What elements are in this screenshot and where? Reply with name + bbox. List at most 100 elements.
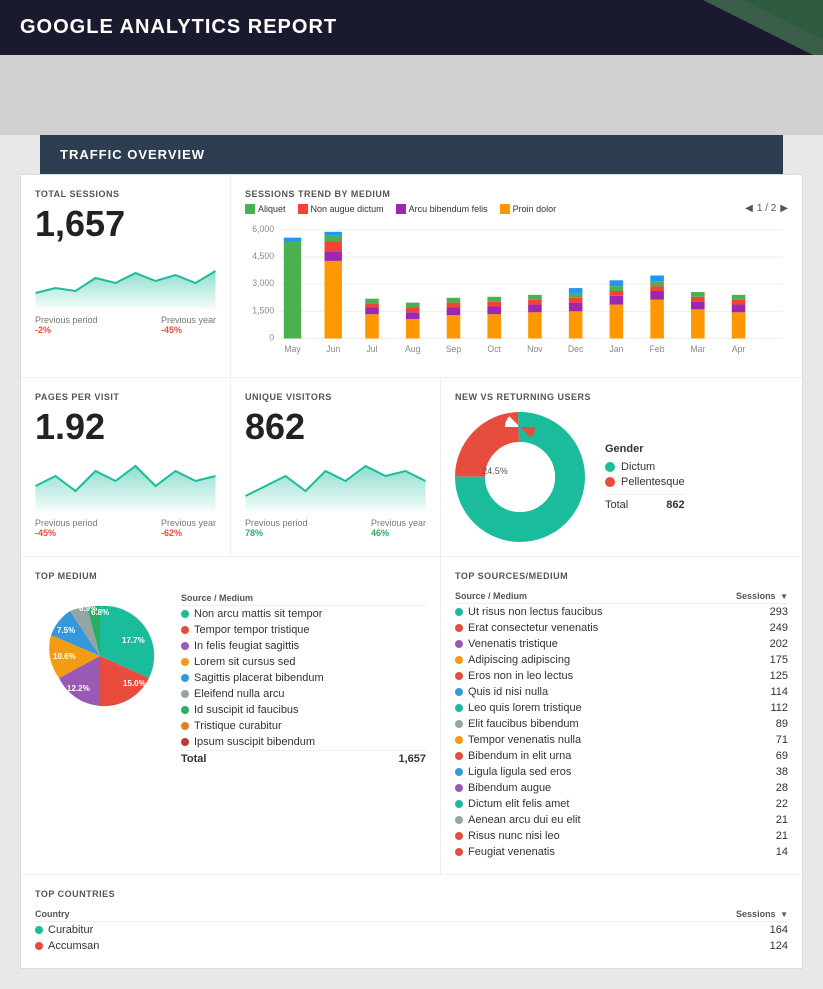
- medium-list: Source / Medium Non arcu mattis sit temp…: [181, 591, 426, 767]
- gender-dictum: Dictum: [605, 461, 685, 473]
- list-item: Non arcu mattis sit tempor: [181, 606, 426, 623]
- table-row: Risus nunc nisi leo21: [455, 828, 788, 844]
- trend-chart: 6,000 4,500 3,000 1,500 0: [245, 220, 788, 360]
- unique-label: UNIQUE VISITORS: [245, 392, 426, 402]
- svg-text:17.7%: 17.7%: [122, 636, 145, 645]
- medium-pie-chart: 17.7% 15.0% 12.2% 10.6% 7.5% 6.9% 6.8%: [35, 591, 165, 721]
- svg-text:1,500: 1,500: [252, 305, 274, 315]
- unique-panel: UNIQUE VISITORS 862 Previous period: [231, 378, 441, 556]
- svg-text:7.5%: 7.5%: [57, 626, 75, 635]
- pie-info: Gender Dictum Pellentesque Total 862: [605, 443, 685, 511]
- table-row: Ut risus non lectus faucibus293: [455, 604, 788, 621]
- header-title: GOOGLE ANALYTICS REPORT: [20, 16, 337, 38]
- prev-icon[interactable]: ◀: [745, 203, 753, 214]
- gender-pellentesque: Pellentesque: [605, 476, 685, 488]
- prev-year-val: -45%: [161, 325, 182, 335]
- sessions-mini-chart: [35, 253, 216, 308]
- pages-prev-period: -45%: [35, 528, 56, 538]
- svg-text:Aug: Aug: [405, 344, 421, 354]
- medium-inner: 17.7% 15.0% 12.2% 10.6% 7.5% 6.9% 6.8% S…: [35, 591, 426, 767]
- table-row: Venenatis tristique202: [455, 636, 788, 652]
- table-row: Accumsan124: [35, 938, 788, 954]
- top-medium-label: TOP MEDIUM: [35, 571, 426, 581]
- table-row: Eros non in leo lectus125: [455, 668, 788, 684]
- next-icon[interactable]: ▶: [780, 203, 788, 214]
- table-row: Adipiscing adipiscing175: [455, 652, 788, 668]
- svg-text:24.5%: 24.5%: [482, 466, 508, 476]
- table-row: Bibendum augue28: [455, 780, 788, 796]
- table-row: Tempor venenatis nulla71: [455, 732, 788, 748]
- new-returning-label: NEW VS RETURNING USERS: [455, 392, 788, 402]
- sessions-trend-panel: SESSIONS TREND BY MEDIUM Aliquet Non aug…: [231, 175, 802, 377]
- pages-prev-year: -62%: [161, 528, 182, 538]
- list-item: Id suscipit id faucibus: [181, 702, 426, 718]
- svg-text:75.5%: 75.5%: [522, 482, 548, 492]
- table-row: Bibendum in elit urna69: [455, 748, 788, 764]
- total-sessions-value: 1,657: [35, 203, 216, 245]
- legend-arcu: Arcu bibendum felis: [396, 204, 488, 214]
- list-item: Eleifend nulla arcu: [181, 686, 426, 702]
- prev-period-val: -2%: [35, 325, 51, 335]
- spacer: [0, 55, 823, 135]
- list-item: Lorem sit cursus sed: [181, 654, 426, 670]
- total-sessions-label: TOTAL SESSIONS: [35, 189, 216, 199]
- svg-text:Sep: Sep: [446, 344, 462, 354]
- legend-non-augue: Non augue dictum: [298, 204, 384, 214]
- svg-text:10.6%: 10.6%: [53, 652, 76, 661]
- list-item: Tempor tempor tristique: [181, 622, 426, 638]
- list-item: Tristique curabitur: [181, 718, 426, 734]
- svg-text:15.0%: 15.0%: [123, 679, 146, 688]
- row-4: TOP COUNTRIES Country Sessions ▼ Curabit…: [21, 875, 802, 968]
- table-row: Leo quis lorem tristique112: [455, 700, 788, 716]
- new-returning-pie: 24.5% 75.5%: [455, 412, 585, 542]
- unique-mini-chart: [245, 456, 426, 511]
- row-3: TOP MEDIUM 17.7% 15.0%: [21, 557, 802, 875]
- svg-text:Feb: Feb: [650, 344, 665, 354]
- countries-panel: TOP COUNTRIES Country Sessions ▼ Curabit…: [21, 875, 802, 968]
- svg-text:Nov: Nov: [527, 344, 543, 354]
- new-returning-panel: NEW VS RETURNING USERS 24.5% 75.5% Gende…: [441, 378, 802, 556]
- row-2: PAGES PER VISIT 1.92 Previous period: [21, 378, 802, 557]
- table-row: Erat consectetur venenatis249: [455, 620, 788, 636]
- table-row: Quis id nisi nulla114: [455, 684, 788, 700]
- top-sources-panel: TOP SOURCES/MEDIUM Source / Medium Sessi…: [441, 557, 802, 874]
- unique-prev-period: 78%: [245, 528, 263, 538]
- table-row: Dictum elit felis amet22: [455, 796, 788, 812]
- section-header: TRAFFIC OVERVIEW: [40, 135, 783, 174]
- legend-aliquet: Aliquet: [245, 204, 286, 214]
- legend-proin: Proin dolor: [500, 204, 557, 214]
- table-row: Ligula ligula sed eros38: [455, 764, 788, 780]
- svg-text:May: May: [284, 344, 301, 354]
- unique-period-row: Previous period 78% Previous year 46%: [245, 518, 426, 538]
- trend-legend: Aliquet Non augue dictum Arcu bibendum f…: [245, 203, 788, 214]
- pages-panel: PAGES PER VISIT 1.92 Previous period: [21, 378, 231, 556]
- countries-label: TOP COUNTRIES: [35, 889, 788, 899]
- top-sources-label: TOP SOURCES/MEDIUM: [455, 571, 788, 581]
- medium-total: Total1,657: [181, 750, 426, 767]
- pages-value: 1.92: [35, 406, 216, 448]
- unique-value: 862: [245, 406, 426, 448]
- svg-text:Jun: Jun: [326, 344, 340, 354]
- svg-text:Oct: Oct: [487, 344, 501, 354]
- total-sessions-panel: TOTAL SESSIONS 1,657 Previous period: [21, 175, 231, 377]
- svg-text:0: 0: [269, 332, 274, 342]
- countries-table: Country Sessions ▼ Curabitur164Accumsan1…: [35, 905, 788, 954]
- list-item: Sagittis placerat bibendum: [181, 670, 426, 686]
- dashboard: TOTAL SESSIONS 1,657 Previous period: [20, 174, 803, 969]
- svg-text:Dec: Dec: [568, 344, 584, 354]
- table-row: Feugiat venenatis14: [455, 844, 788, 860]
- svg-text:3,000: 3,000: [252, 278, 274, 288]
- svg-text:12.2%: 12.2%: [67, 684, 90, 693]
- table-row: Elit faucibus bibendum89: [455, 716, 788, 732]
- trend-nav[interactable]: ◀ 1 / 2 ▶: [745, 203, 788, 214]
- header: GOOGLE ANALYTICS REPORT: [0, 0, 823, 55]
- list-item: In felis feugiat sagittis: [181, 638, 426, 654]
- new-returning-inner: 24.5% 75.5% Gender Dictum Pellentesque: [455, 412, 788, 542]
- svg-text:Jan: Jan: [609, 344, 623, 354]
- svg-text:4,500: 4,500: [252, 251, 274, 261]
- pages-period-row: Previous period -45% Previous year -62%: [35, 518, 216, 538]
- svg-text:6,000: 6,000: [252, 224, 274, 234]
- table-row: Curabitur164: [35, 922, 788, 939]
- row-1: TOTAL SESSIONS 1,657 Previous period: [21, 175, 802, 378]
- pages-mini-chart: [35, 456, 216, 511]
